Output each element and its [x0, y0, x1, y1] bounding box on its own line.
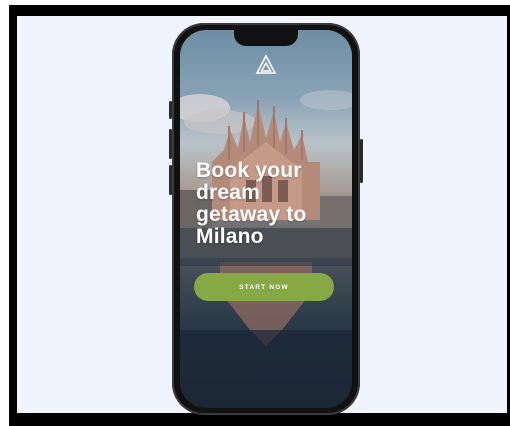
- phone-notch: [234, 30, 298, 46]
- phone-volume-down-button: [169, 165, 172, 195]
- phone-side-button: [169, 101, 172, 119]
- phone-screen: Book your dream getaway to Milano START …: [180, 30, 352, 408]
- hero-headline: Book your dream getaway to Milano: [196, 159, 307, 248]
- phone-mockup: Book your dream getaway to Milano START …: [169, 23, 363, 415]
- phone-power-button: [360, 139, 363, 183]
- phone-volume-up-button: [169, 129, 172, 159]
- start-now-button[interactable]: START NOW: [194, 273, 334, 301]
- triangle-logo-icon: [255, 54, 277, 74]
